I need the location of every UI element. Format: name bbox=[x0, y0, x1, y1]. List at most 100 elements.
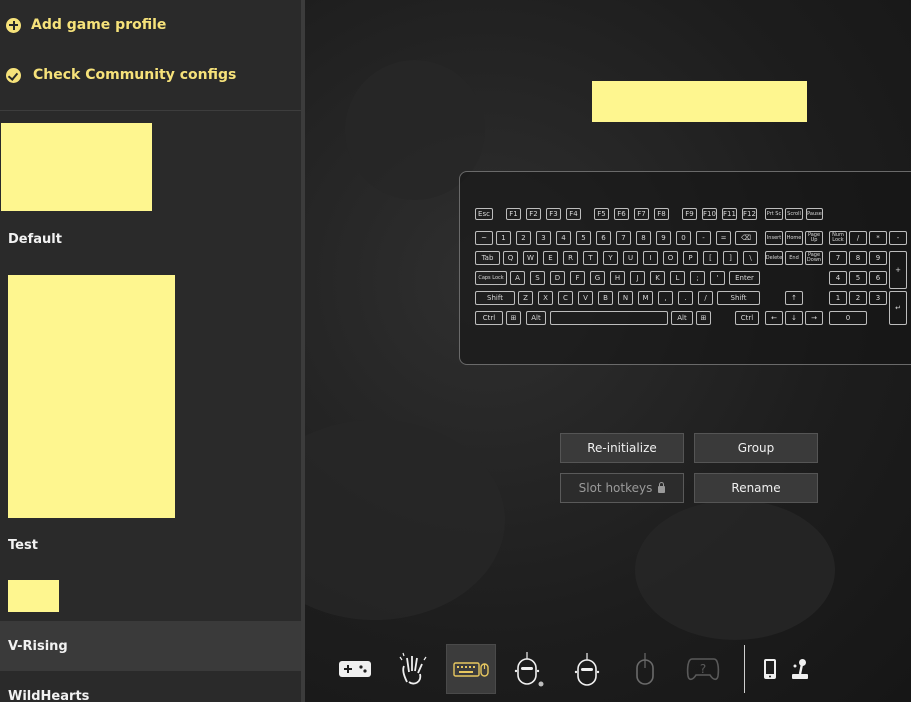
key[interactable]: ↑ bbox=[785, 291, 803, 305]
key[interactable]: ; bbox=[690, 271, 705, 285]
key[interactable]: Y bbox=[603, 251, 618, 265]
reinitialize-button[interactable]: Re-initialize bbox=[560, 433, 684, 463]
check-community-configs-button[interactable]: Check Community configs bbox=[6, 63, 236, 87]
key[interactable]: G bbox=[590, 271, 605, 285]
key[interactable]: Shift bbox=[717, 291, 760, 305]
key[interactable]: ↵ bbox=[889, 291, 907, 325]
key[interactable]: Delete bbox=[765, 251, 783, 265]
key[interactable]: F10 bbox=[702, 208, 717, 220]
key[interactable]: Shift bbox=[475, 291, 515, 305]
key[interactable]: 5 bbox=[849, 271, 867, 285]
key[interactable]: Pause bbox=[806, 208, 823, 220]
key[interactable]: F4 bbox=[566, 208, 581, 220]
key[interactable]: Tab bbox=[475, 251, 500, 265]
key[interactable]: Enter bbox=[729, 271, 760, 285]
joystick-tool[interactable] bbox=[775, 644, 825, 694]
profile-name-test[interactable]: Test bbox=[8, 538, 38, 553]
gamepad-tool[interactable] bbox=[330, 644, 380, 694]
add-game-profile-button[interactable]: Add game profile bbox=[6, 13, 166, 37]
key[interactable]: Z bbox=[518, 291, 533, 305]
key[interactable]: Insert bbox=[765, 231, 783, 245]
key[interactable]: Caps Lock bbox=[475, 271, 507, 285]
key[interactable]: Num Lock bbox=[829, 231, 847, 245]
key[interactable]: / bbox=[698, 291, 713, 305]
keyboard-mouse-tool[interactable] bbox=[446, 644, 496, 694]
key[interactable]: 3 bbox=[869, 291, 887, 305]
key[interactable]: [ bbox=[703, 251, 718, 265]
unknown-controller-tool[interactable]: ? bbox=[678, 644, 728, 694]
key[interactable]: Scroll bbox=[785, 208, 803, 220]
key[interactable]: 2 bbox=[516, 231, 531, 245]
slot-hotkeys-button[interactable]: Slot hotkeys bbox=[560, 473, 684, 503]
key[interactable]: Alt bbox=[526, 311, 546, 325]
key[interactable]: \ bbox=[743, 251, 758, 265]
key[interactable]: F6 bbox=[614, 208, 629, 220]
profile-name-default[interactable]: Default bbox=[8, 232, 62, 247]
key[interactable]: W bbox=[523, 251, 538, 265]
key[interactable]: D bbox=[550, 271, 565, 285]
key[interactable]: Q bbox=[503, 251, 518, 265]
key[interactable]: F1 bbox=[506, 208, 521, 220]
key[interactable]: P bbox=[683, 251, 698, 265]
key[interactable]: J bbox=[630, 271, 645, 285]
key[interactable]: F bbox=[570, 271, 585, 285]
key[interactable]: Home bbox=[785, 231, 803, 245]
robot-mouse-alt-tool[interactable] bbox=[562, 644, 612, 694]
key[interactable]: 7 bbox=[616, 231, 631, 245]
robot-mouse-tool[interactable] bbox=[504, 644, 554, 694]
rename-button[interactable]: Rename bbox=[694, 473, 818, 503]
key[interactable]: 1 bbox=[496, 231, 511, 245]
key[interactable]: ↓ bbox=[785, 311, 803, 325]
key[interactable]: Ctrl bbox=[735, 311, 759, 325]
key[interactable]: 0 bbox=[829, 311, 867, 325]
key[interactable]: ⌫ bbox=[735, 231, 757, 245]
key[interactable]: = bbox=[716, 231, 731, 245]
key[interactable]: , bbox=[658, 291, 673, 305]
key[interactable]: F8 bbox=[654, 208, 669, 220]
key[interactable]: O bbox=[663, 251, 678, 265]
key[interactable]: T bbox=[583, 251, 598, 265]
key[interactable]: 7 bbox=[829, 251, 847, 265]
key[interactable]: 1 bbox=[829, 291, 847, 305]
key[interactable]: A bbox=[510, 271, 525, 285]
key[interactable]: Page Down bbox=[805, 251, 823, 265]
key[interactable]: Alt bbox=[671, 311, 693, 325]
key[interactable]: K bbox=[650, 271, 665, 285]
key[interactable]: M bbox=[638, 291, 653, 305]
key[interactable]: End bbox=[785, 251, 803, 265]
key[interactable]: . bbox=[678, 291, 693, 305]
key[interactable]: H bbox=[610, 271, 625, 285]
key[interactable]: 8 bbox=[636, 231, 651, 245]
key[interactable]: 6 bbox=[596, 231, 611, 245]
key[interactable]: 9 bbox=[656, 231, 671, 245]
profile-row-v-rising[interactable]: V-Rising bbox=[0, 621, 301, 671]
key[interactable]: 3 bbox=[536, 231, 551, 245]
mouse-tool[interactable] bbox=[620, 644, 670, 694]
key[interactable]: 4 bbox=[556, 231, 571, 245]
key[interactable]: I bbox=[643, 251, 658, 265]
key[interactable]: * bbox=[869, 231, 887, 245]
key[interactable]: F12 bbox=[742, 208, 757, 220]
key[interactable]: ] bbox=[723, 251, 738, 265]
key[interactable]: F11 bbox=[722, 208, 737, 220]
key[interactable]: ← bbox=[765, 311, 783, 325]
key[interactable]: 2 bbox=[849, 291, 867, 305]
key[interactable]: R bbox=[563, 251, 578, 265]
key[interactable]: + bbox=[889, 251, 907, 289]
key[interactable]: F9 bbox=[682, 208, 697, 220]
key[interactable]: L bbox=[670, 271, 685, 285]
key[interactable]: ' bbox=[710, 271, 725, 285]
key[interactable]: F7 bbox=[634, 208, 649, 220]
key[interactable]: Ctrl bbox=[475, 311, 503, 325]
key[interactable]: V bbox=[578, 291, 593, 305]
key[interactable]: F5 bbox=[594, 208, 609, 220]
group-button[interactable]: Group bbox=[694, 433, 818, 463]
key[interactable]: Prt Sc bbox=[765, 208, 783, 220]
key[interactable]: C bbox=[558, 291, 573, 305]
key[interactable]: 5 bbox=[576, 231, 591, 245]
key[interactable]: F2 bbox=[526, 208, 541, 220]
profile-thumbnail-default[interactable] bbox=[1, 123, 152, 211]
key[interactable]: U bbox=[623, 251, 638, 265]
key[interactable]: E bbox=[543, 251, 558, 265]
key[interactable] bbox=[550, 311, 668, 325]
